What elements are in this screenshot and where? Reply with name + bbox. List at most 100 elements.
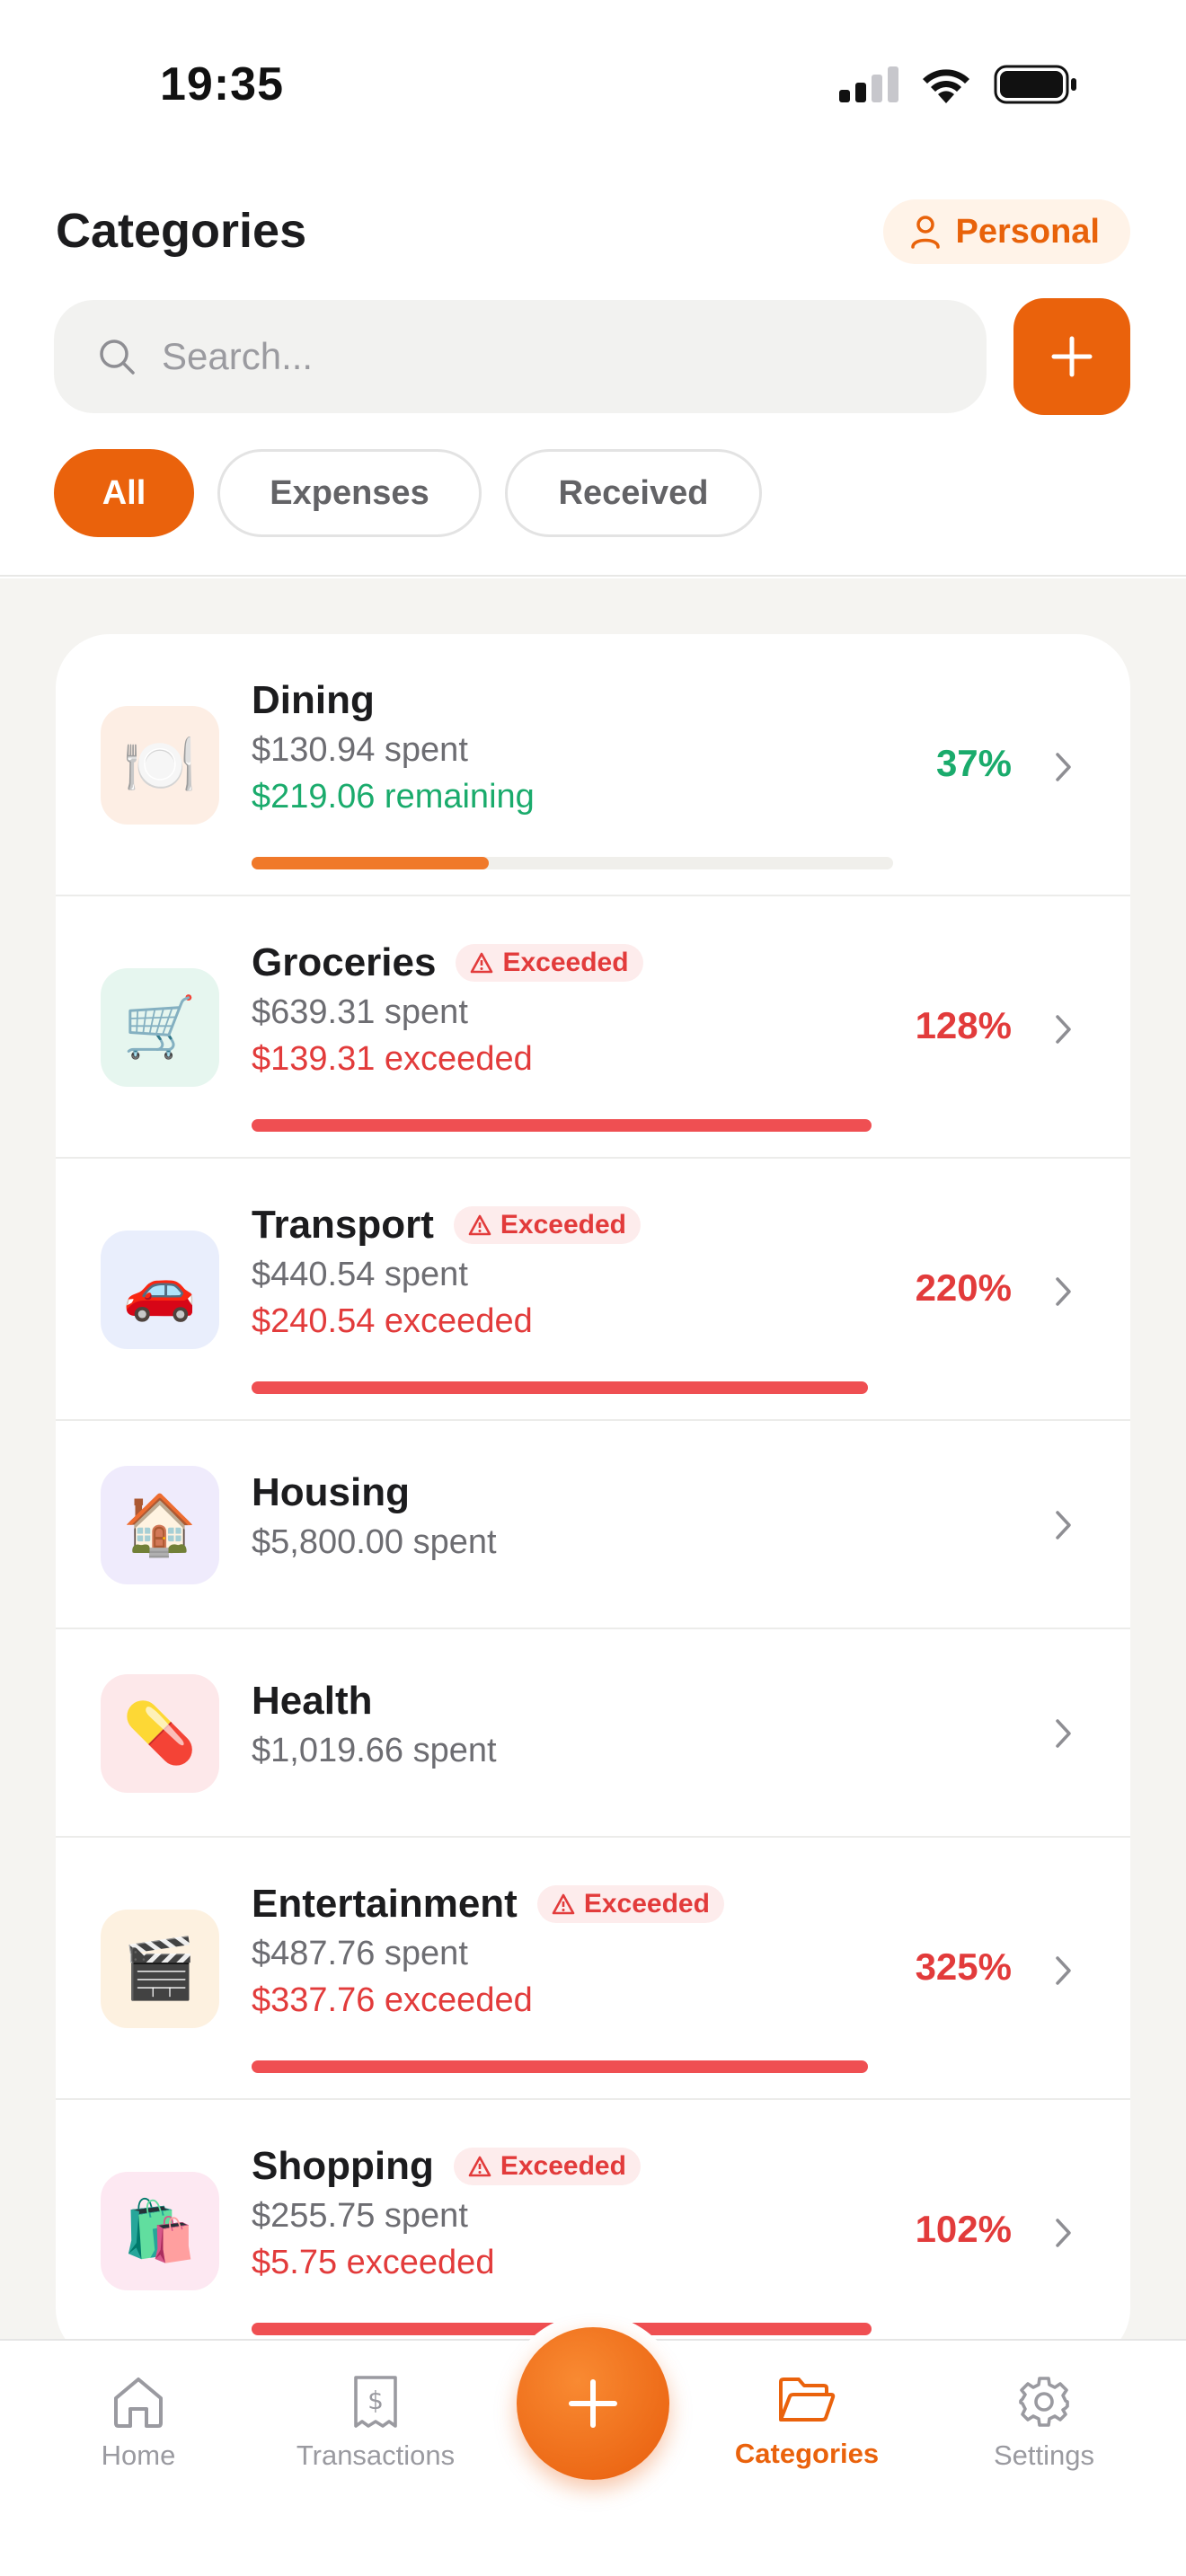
search-placeholder: Search... bbox=[162, 335, 314, 377]
chevron-right-icon bbox=[1056, 2219, 1071, 2247]
progress-fill bbox=[252, 857, 489, 869]
gear-icon bbox=[1019, 2377, 1069, 2427]
chevron-right-icon bbox=[1056, 1956, 1071, 1985]
category-row-shopping[interactable]: 🛍️ Shopping Exceeded $255.75 spent $5.75… bbox=[56, 2100, 1130, 2339]
home-icon bbox=[114, 2378, 163, 2428]
shopping-bags-icon: 🛍️ bbox=[101, 2172, 219, 2290]
wifi-icon bbox=[923, 69, 969, 103]
pill-icon: 💊 bbox=[101, 1674, 219, 1793]
category-percent: 102% bbox=[915, 2208, 1012, 2250]
dining-icon: 🍽️ bbox=[101, 706, 219, 825]
category-percent: 220% bbox=[915, 1266, 1012, 1309]
category-exceeded-amount: $337.76 exceeded bbox=[252, 1981, 533, 2019]
person-icon bbox=[911, 216, 941, 249]
filter-all[interactable]: All bbox=[54, 449, 194, 537]
category-name: Dining bbox=[252, 678, 375, 722]
plus-icon bbox=[569, 2379, 617, 2428]
category-spent: $1,019.66 spent bbox=[252, 1732, 497, 1769]
exceeded-badge: Exceeded bbox=[453, 2148, 641, 2185]
house-icon: 🏠 bbox=[101, 1466, 219, 1584]
category-row-dining[interactable]: 🍽️ Dining $130.94 spent $219.06 remainin… bbox=[56, 634, 1130, 896]
battery-icon bbox=[994, 65, 1076, 104]
category-name: Groceries bbox=[252, 940, 437, 984]
category-remaining: $219.06 remaining bbox=[252, 778, 535, 816]
exceeded-badge: Exceeded bbox=[456, 944, 643, 982]
filter-chips: All Expenses Received bbox=[54, 449, 762, 537]
category-percent: 37% bbox=[935, 742, 1012, 784]
category-exceeded-amount: $139.31 exceeded bbox=[252, 1040, 533, 1078]
category-list: 🍽️ Dining $130.94 spent $219.06 remainin… bbox=[56, 634, 1130, 2339]
search-input[interactable]: Search... bbox=[54, 300, 987, 413]
tab-home[interactable]: Home bbox=[40, 2375, 237, 2472]
progress-fill bbox=[252, 1119, 872, 1132]
category-spent: $487.76 spent bbox=[252, 1935, 468, 1972]
chevron-right-icon bbox=[1056, 1511, 1071, 1539]
category-spent: $639.31 spent bbox=[252, 993, 468, 1031]
category-row-transport[interactable]: 🚗 Transport Exceeded $440.54 spent $240.… bbox=[56, 1159, 1130, 1421]
chevron-right-icon bbox=[1056, 1719, 1071, 1748]
category-exceeded-amount: $240.54 exceeded bbox=[252, 1302, 533, 1340]
tab-transactions-label: Transactions bbox=[296, 2439, 456, 2471]
tab-settings-label: Settings bbox=[993, 2439, 1094, 2471]
add-transaction-button[interactable] bbox=[517, 2327, 669, 2480]
category-name: Transport bbox=[252, 1203, 434, 1247]
chevron-right-icon bbox=[1056, 1015, 1071, 1044]
exceeded-badge: Exceeded bbox=[536, 1885, 724, 1923]
tab-transactions[interactable]: $ Transactions bbox=[277, 2375, 474, 2472]
svg-text:$: $ bbox=[367, 2386, 384, 2415]
category-row-health[interactable]: 💊 Health $1,019.66 spent bbox=[56, 1629, 1130, 1838]
tab-settings[interactable]: Settings bbox=[945, 2375, 1143, 2472]
status-time: 19:35 bbox=[160, 58, 284, 110]
progress-fill bbox=[252, 1381, 868, 1394]
category-name: Housing bbox=[252, 1470, 410, 1514]
fab-container bbox=[503, 2314, 683, 2493]
filter-expenses[interactable]: Expenses bbox=[217, 449, 482, 537]
chevron-right-icon bbox=[1056, 1277, 1071, 1306]
tab-categories[interactable]: Categories bbox=[708, 2375, 906, 2470]
exceeded-badge-label: Exceeded bbox=[500, 1210, 627, 1239]
chevron-right-icon bbox=[1056, 753, 1071, 781]
category-row-entertainment[interactable]: 🎬 Entertainment Exceeded $487.76 spent $… bbox=[56, 1838, 1130, 2100]
page-title: Categories bbox=[56, 204, 307, 258]
category-row-groceries[interactable]: 🛒 Groceries Exceeded $639.31 spent $139.… bbox=[56, 896, 1130, 1159]
exceeded-badge-label: Exceeded bbox=[502, 948, 629, 977]
category-name: Shopping bbox=[252, 2144, 434, 2188]
category-spent: $440.54 spent bbox=[252, 1256, 468, 1293]
exceeded-badge-label: Exceeded bbox=[500, 2151, 626, 2181]
cellular-signal-icon bbox=[839, 66, 898, 102]
filter-received[interactable]: Received bbox=[505, 449, 762, 537]
category-name: Health bbox=[252, 1679, 373, 1723]
category-spent: $255.75 spent bbox=[252, 2197, 468, 2235]
status-bar: 19:35 bbox=[0, 0, 1186, 171]
car-icon: 🚗 bbox=[101, 1231, 219, 1349]
warning-icon bbox=[552, 1893, 575, 1915]
search-icon bbox=[100, 340, 135, 375]
exceeded-badge: Exceeded bbox=[453, 1206, 642, 1244]
clapperboard-icon: 🎬 bbox=[101, 1910, 219, 2028]
warning-icon bbox=[468, 1214, 491, 1236]
category-spent: $130.94 spent bbox=[252, 731, 468, 769]
tab-bar: Home $ Transactions Categories Settings bbox=[0, 2314, 1186, 2576]
exceeded-badge-label: Exceeded bbox=[583, 1889, 710, 1919]
category-row-housing[interactable]: 🏠 Housing $5,800.00 spent bbox=[56, 1421, 1130, 1629]
plus-icon bbox=[1051, 336, 1093, 377]
category-spent: $5,800.00 spent bbox=[252, 1523, 497, 1561]
header: Categories Personal Search... All Expens… bbox=[0, 171, 1186, 577]
profile-label: Personal bbox=[955, 212, 1100, 251]
progress-fill bbox=[252, 2060, 868, 2073]
category-exceeded-amount: $5.75 exceeded bbox=[252, 2244, 495, 2281]
receipt-icon: $ bbox=[354, 2376, 397, 2428]
category-percent: 325% bbox=[915, 1945, 1012, 1988]
warning-icon bbox=[471, 952, 493, 974]
status-icons bbox=[839, 65, 1078, 104]
tab-home-label: Home bbox=[101, 2439, 176, 2471]
warning-icon bbox=[468, 2156, 491, 2177]
tab-categories-label: Categories bbox=[734, 2438, 880, 2469]
category-percent: 128% bbox=[915, 1004, 1012, 1046]
shopping-cart-icon: 🛒 bbox=[101, 968, 219, 1087]
category-list-area: 🍽️ Dining $130.94 spent $219.06 remainin… bbox=[0, 578, 1186, 2339]
folder-open-icon bbox=[779, 2378, 836, 2422]
add-category-button[interactable] bbox=[1013, 298, 1130, 415]
category-name: Entertainment bbox=[252, 1882, 518, 1926]
profile-switcher-button[interactable]: Personal bbox=[883, 199, 1130, 264]
